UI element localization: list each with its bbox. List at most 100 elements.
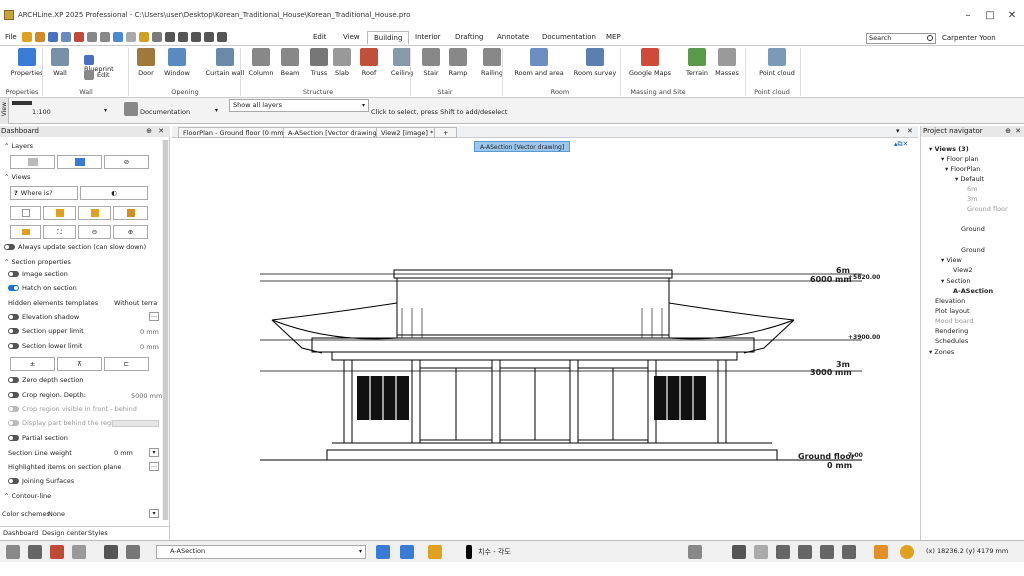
model-icon[interactable] (50, 545, 64, 559)
redo-icon[interactable] (100, 32, 110, 42)
ortho-icon[interactable] (165, 32, 175, 42)
snap-icon[interactable] (178, 32, 188, 42)
section-properties-header[interactable]: ⌃ Section properties (4, 258, 71, 266)
ribbon-beam-button[interactable]: Beam (278, 48, 302, 77)
ribbon-ramp-button[interactable]: Ramp (446, 48, 470, 77)
minimize-button[interactable]: – (962, 10, 974, 22)
layers-stack-icon[interactable] (688, 545, 702, 559)
tab-floorplan[interactable]: FloorPlan - Ground floor (0 mm) (178, 127, 292, 138)
nav-item[interactable]: Elevation (935, 297, 965, 305)
tab-dashboard[interactable]: Dashboard (3, 529, 38, 537)
snap-grid-icon[interactable] (28, 545, 42, 559)
crop-region-value[interactable]: 5000 mm (131, 392, 162, 400)
nav-item[interactable]: 6m (967, 185, 977, 193)
tab-menu-icon[interactable]: ▾ (896, 127, 900, 135)
nav-item[interactable]: ▾ View (941, 256, 962, 264)
plus-icon[interactable] (204, 32, 214, 42)
menu-mep[interactable]: MEP (606, 33, 621, 41)
ribbon-roof-button[interactable]: Roof (357, 48, 381, 77)
contour-line-header[interactable]: ⌃ Contour-line (4, 492, 51, 500)
angle-icon[interactable] (732, 545, 746, 559)
view-box-4[interactable] (113, 206, 148, 220)
layer-btn-3[interactable]: ⊘ (104, 155, 149, 169)
menu-view[interactable]: View (343, 33, 360, 41)
scale-value[interactable]: 1:100 (32, 108, 51, 116)
ribbon-ceiling-button[interactable]: Ceiling (385, 48, 419, 77)
menu-file[interactable]: File (5, 33, 17, 41)
ribbon-room-survey-button[interactable]: Room survey (570, 48, 620, 77)
ribbon-terrain-button[interactable]: Terrain (680, 48, 714, 77)
open-icon[interactable] (35, 32, 45, 42)
maximize-button[interactable]: □ (984, 10, 996, 22)
zero-depth-toggle[interactable]: Zero depth section (8, 376, 83, 384)
ribbon-wall-button[interactable]: Wall (48, 48, 72, 77)
nav-item[interactable]: 3m (967, 195, 977, 203)
lower-limit-value[interactable]: 0 mm (140, 343, 159, 351)
drawing-canvas[interactable]: A-ASection [Vector drawing] ▴⧉✕ 6m 6000 … (172, 138, 918, 540)
view-box-2[interactable] (43, 206, 76, 220)
where-is-button[interactable]: ? Where is? (10, 186, 78, 200)
contrast-button[interactable]: ◐ (80, 186, 148, 200)
grid-toggle-icon[interactable] (6, 545, 20, 559)
display-part-slider[interactable] (112, 420, 159, 427)
display-part-toggle[interactable]: Display part behind the region (- (8, 419, 128, 427)
scale-dropdown-icon[interactable]: ▾ (104, 107, 107, 114)
nav-item[interactable]: Mood board (935, 317, 974, 325)
ribbon-window-button[interactable]: Window (162, 48, 192, 77)
save-icon[interactable] (48, 32, 58, 42)
menu-edit[interactable]: Edit (313, 33, 327, 41)
measure-icon[interactable] (126, 32, 136, 42)
nav-item[interactable]: View2 (953, 266, 973, 274)
hidden-templates-select[interactable]: Without terra (114, 299, 157, 307)
style-dropdown-icon[interactable]: ▾ (215, 107, 218, 114)
pin-icon[interactable]: ⊕ (1005, 126, 1011, 137)
view-box-1[interactable] (10, 206, 41, 220)
ribbon-column-button[interactable]: Column (246, 48, 276, 77)
style-value[interactable]: Documentation (140, 108, 190, 116)
print-icon[interactable] (74, 32, 84, 42)
render-icon[interactable] (874, 545, 888, 559)
cube-view-icon[interactable] (126, 545, 140, 559)
chevron-down-icon[interactable]: ▾ (149, 448, 159, 457)
menu-annotate[interactable]: Annotate (497, 33, 529, 41)
nav-item[interactable]: ▾ Views (3) (929, 145, 969, 153)
tab-styles[interactable]: Styles (88, 529, 108, 537)
nav-item[interactable]: Ground (961, 225, 985, 233)
hammer-icon[interactable] (428, 545, 442, 559)
nav-item[interactable]: Plot layout (935, 307, 970, 315)
tab-section[interactable]: A-ASection [Vector drawing] (283, 127, 385, 138)
hatch-on-section-toggle[interactable]: Hatch on section (8, 284, 77, 292)
layers-section-header[interactable]: ⌃ Layers (4, 142, 33, 150)
undo-icon[interactable] (87, 32, 97, 42)
close-button[interactable]: ✕ (1006, 10, 1018, 22)
zoom-in-button[interactable]: ⊕ (113, 225, 148, 239)
dim-icon[interactable] (113, 32, 123, 42)
expand-icon[interactable] (842, 545, 856, 559)
crop-region-toggle[interactable]: Crop region. Depth: (8, 391, 86, 399)
pin-icon[interactable]: ⊕ (146, 126, 152, 137)
close-panel-icon[interactable]: ✕ (158, 126, 164, 137)
dashboard-scrollbar[interactable] (162, 140, 169, 520)
lower-limit-toggle[interactable]: Section lower limit (8, 342, 82, 350)
link-icon[interactable] (776, 545, 790, 559)
ribbon-edit-button[interactable]: Edit (84, 70, 124, 80)
ortho-icon[interactable] (754, 545, 768, 559)
ribbon-door-button[interactable]: Door (134, 48, 158, 77)
nav-item[interactable]: Rendering (935, 327, 968, 335)
ribbon-room-button[interactable]: Room and area (510, 48, 568, 77)
ribbon-stair-button[interactable]: Stair (418, 48, 444, 77)
line-weight-value[interactable]: 0 mm (114, 449, 133, 457)
nav-item[interactable]: ▾ Floor plan (941, 155, 979, 163)
hatch-icon[interactable] (72, 545, 86, 559)
line-icon[interactable] (191, 32, 201, 42)
ribbon-point-cloud-button[interactable]: Point cloud (752, 48, 802, 77)
layer-btn-1[interactable] (10, 155, 55, 169)
more-icon[interactable]: … (149, 462, 159, 471)
arrow-up-icon[interactable] (376, 545, 390, 559)
cursor-icon[interactable] (217, 32, 227, 42)
view-box-5[interactable] (10, 225, 41, 239)
nav-item[interactable]: Ground (961, 246, 985, 254)
always-update-toggle[interactable]: Always update section (can slow down) (4, 243, 146, 251)
ribbon-google-maps-button[interactable]: Google Maps (625, 48, 675, 77)
layer-btn-2[interactable] (57, 155, 102, 169)
